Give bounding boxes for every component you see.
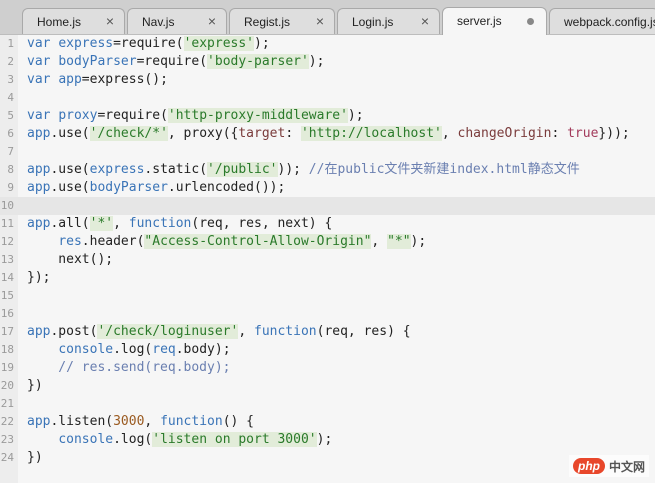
close-icon[interactable]: × [208,13,216,29]
line-number: 24 [0,451,14,464]
tab-label: Regist.js [244,15,291,29]
code-text: var proxy=require('http-proxy-middleware… [27,108,364,123]
code-line[interactable]: 18 console.log(req.body); [0,341,655,359]
code-line[interactable]: 1 var express=require('express'); [0,35,655,53]
line-number: 20 [0,379,14,392]
tab-bar: Home.js × Nav.js × Regist.js × Login.js … [0,0,655,35]
line-number: 15 [0,289,14,302]
unsaved-dot-icon [527,18,534,25]
code-text: console.log(req.body); [58,342,231,357]
code-line[interactable]: 4 [0,89,655,107]
code-text: app.use('/check/*', proxy({target: 'http… [27,126,630,141]
line-number: 10 [0,199,14,212]
tab-home-js[interactable]: Home.js × [22,8,125,34]
code-line[interactable]: 20}) [0,377,655,395]
code-line[interactable]: 9 app.use(bodyParser.urlencoded()); [0,179,655,197]
line-number: 6 [7,127,14,140]
code-text: }); [27,270,51,285]
code-line[interactable]: 7 [0,143,655,161]
line-number: 18 [0,343,14,356]
tab-label: webpack.config.js [564,15,655,29]
line-number: 5 [7,109,14,122]
line-number: 17 [0,325,14,338]
code-text: app.use(bodyParser.urlencoded()); [27,180,286,195]
code-text: var app=express(); [27,72,168,87]
close-icon[interactable]: × [316,13,324,29]
code-line[interactable]: 13 next(); [0,251,655,269]
close-icon[interactable]: × [106,13,114,29]
code-line[interactable]: 11 app.all('*', function(req, res, next) … [0,215,655,233]
line-number: 22 [0,415,14,428]
code-line[interactable]: 5 var proxy=require('http-proxy-middlewar… [0,107,655,125]
close-icon[interactable]: × [421,13,429,29]
tab-server-js[interactable]: server.js [442,7,547,35]
line-number: 4 [7,91,14,104]
line-number: 3 [7,73,14,86]
code-text: var express=require('express'); [27,36,270,51]
code-text: console.log('listen on port 3000'); [58,432,333,447]
code-line[interactable]: 6 app.use('/check/*', proxy({target: 'htt… [0,125,655,143]
line-number: 23 [0,433,14,446]
code-text: // res.send(req.body); [27,360,231,375]
code-text: var bodyParser=require('body-parser'); [27,54,325,69]
code-text: }) [27,378,43,393]
line-number: 8 [7,163,14,176]
line-number: 2 [7,55,14,68]
code-line[interactable]: 22 app.listen(3000, function() { [0,413,655,431]
tab-label: Nav.js [142,15,175,29]
line-number: 19 [0,361,14,374]
tab-regist-js[interactable]: Regist.js × [229,8,335,34]
code-text: app.use(express.static('/public')); //在p… [27,162,580,177]
line-number: 21 [0,397,14,410]
tab-label: Home.js [37,15,82,29]
php-logo: php [572,458,605,474]
line-number: 9 [7,181,14,194]
code-line[interactable]: 19 // res.send(req.body); [0,359,655,377]
code-text: res.header("Access-Control-Allow-Origin"… [58,234,427,249]
line-number: 1 [7,37,14,50]
code-line[interactable]: 3 var app=express(); [0,71,655,89]
code-line[interactable]: 8 app.use(express.static('/public')); //在… [0,161,655,179]
line-number: 12 [0,235,14,248]
tab-webpack-config-js[interactable]: webpack.config.js [549,8,655,34]
line-number: 11 [0,217,14,230]
code-line[interactable]: 12 res.header("Access-Control-Allow-Orig… [0,233,655,251]
tab-login-js[interactable]: Login.js × [337,8,440,34]
code-line[interactable]: 2 var bodyParser=require('body-parser'); [0,53,655,71]
code-line[interactable]: 24}) [0,449,655,467]
code-line[interactable]: 21 [0,395,655,413]
line-number: 7 [7,145,14,158]
code-text: app.post('/check/loginuser', function(re… [27,324,411,339]
watermark-logo: php 中文网 [568,455,649,477]
code-text: app.all('*', function(req, res, next) { [27,216,333,231]
line-number: 14 [0,271,14,284]
code-line[interactable]: 10 [0,197,655,215]
line-number: 16 [0,307,14,320]
tab-nav-js[interactable]: Nav.js × [127,8,227,34]
watermark-text: 中文网 [608,459,645,474]
code-line[interactable]: 17 app.post('/check/loginuser', function(… [0,323,655,341]
code-line[interactable]: 23 console.log('listen on port 3000'); [0,431,655,449]
code-text: app.listen(3000, function() { [27,414,255,429]
code-editor[interactable]: 1 var express=require('express'); 2 var bod… [0,35,655,483]
code-text: }) [27,450,43,465]
code-line[interactable]: 15 [0,287,655,305]
code-line[interactable]: 16 [0,305,655,323]
code-line[interactable]: 14}); [0,269,655,287]
tab-label: Login.js [352,15,394,29]
line-number: 13 [0,253,14,266]
code-text: next(); [27,252,114,267]
tab-label: server.js [457,14,502,28]
